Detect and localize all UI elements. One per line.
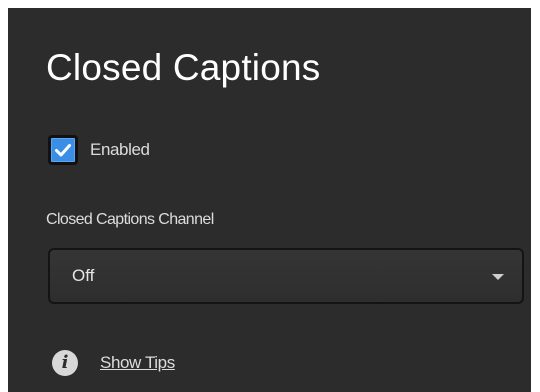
enabled-label[interactable]: Enabled <box>90 140 150 160</box>
channel-select[interactable]: Off <box>48 248 524 304</box>
show-tips-link[interactable]: Show Tips <box>100 353 175 373</box>
enabled-checkbox-row[interactable]: Enabled <box>48 132 150 168</box>
tips-row: i Show Tips <box>52 348 175 378</box>
closed-captions-panel: Closed Captions Enabled Closed Captions … <box>8 8 531 392</box>
checkmark-icon <box>55 144 71 157</box>
chevron-down-icon <box>492 274 504 280</box>
page-title: Closed Captions <box>46 47 321 88</box>
channel-field-label: Closed Captions Channel <box>46 211 214 228</box>
enabled-checkbox[interactable] <box>48 135 78 165</box>
info-icon: i <box>52 350 78 376</box>
channel-select-value: Off <box>72 266 95 285</box>
